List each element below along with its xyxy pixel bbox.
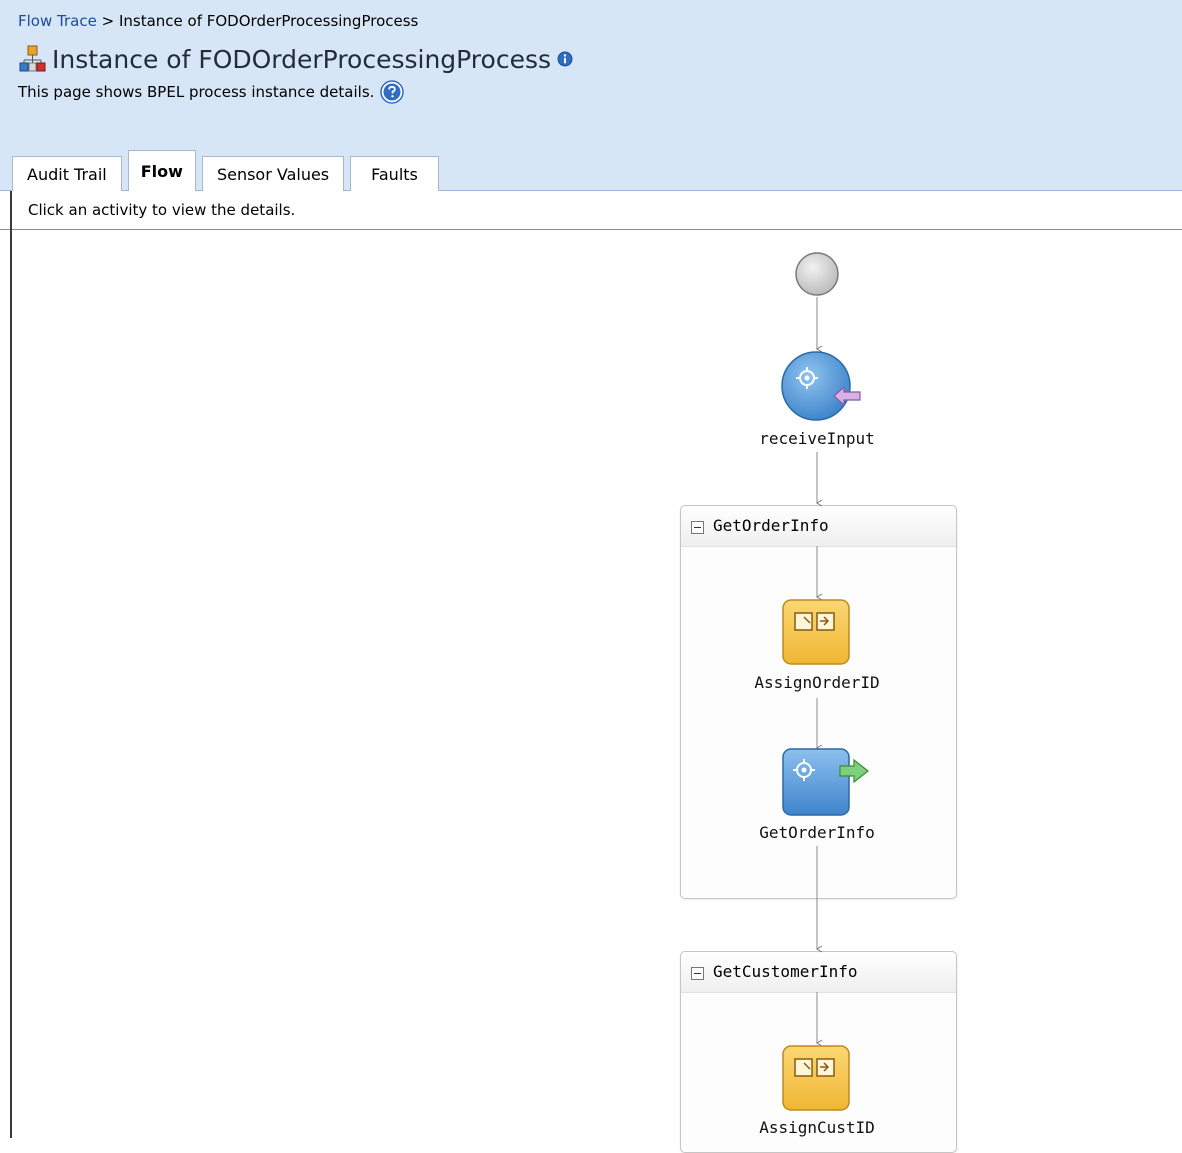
activity-label: GetOrderInfo [759, 823, 875, 842]
scope-title: GetCustomerInfo [713, 962, 858, 981]
assign-activity-icon[interactable] [782, 1045, 852, 1115]
activity-label: AssignCustID [759, 1118, 875, 1137]
collapse-icon[interactable] [691, 967, 704, 980]
collapse-icon[interactable] [691, 521, 704, 534]
scope-header: GetCustomerInfo [681, 952, 956, 993]
scope-title: GetOrderInfo [713, 516, 829, 535]
assign-activity-icon[interactable] [782, 599, 852, 669]
activity-label: receiveInput [759, 429, 875, 448]
scope-header: GetOrderInfo [681, 506, 956, 547]
receive-activity-icon[interactable] [780, 350, 870, 426]
invoke-activity-icon[interactable] [782, 748, 874, 818]
flow-connectors [816, 297, 823, 1047]
activity-label: AssignOrderID [754, 673, 880, 692]
start-circle-icon[interactable] [793, 250, 841, 298]
flow-diagram: GetOrderInfo GetCustomerInfo receiveInpu… [0, 0, 1182, 1153]
